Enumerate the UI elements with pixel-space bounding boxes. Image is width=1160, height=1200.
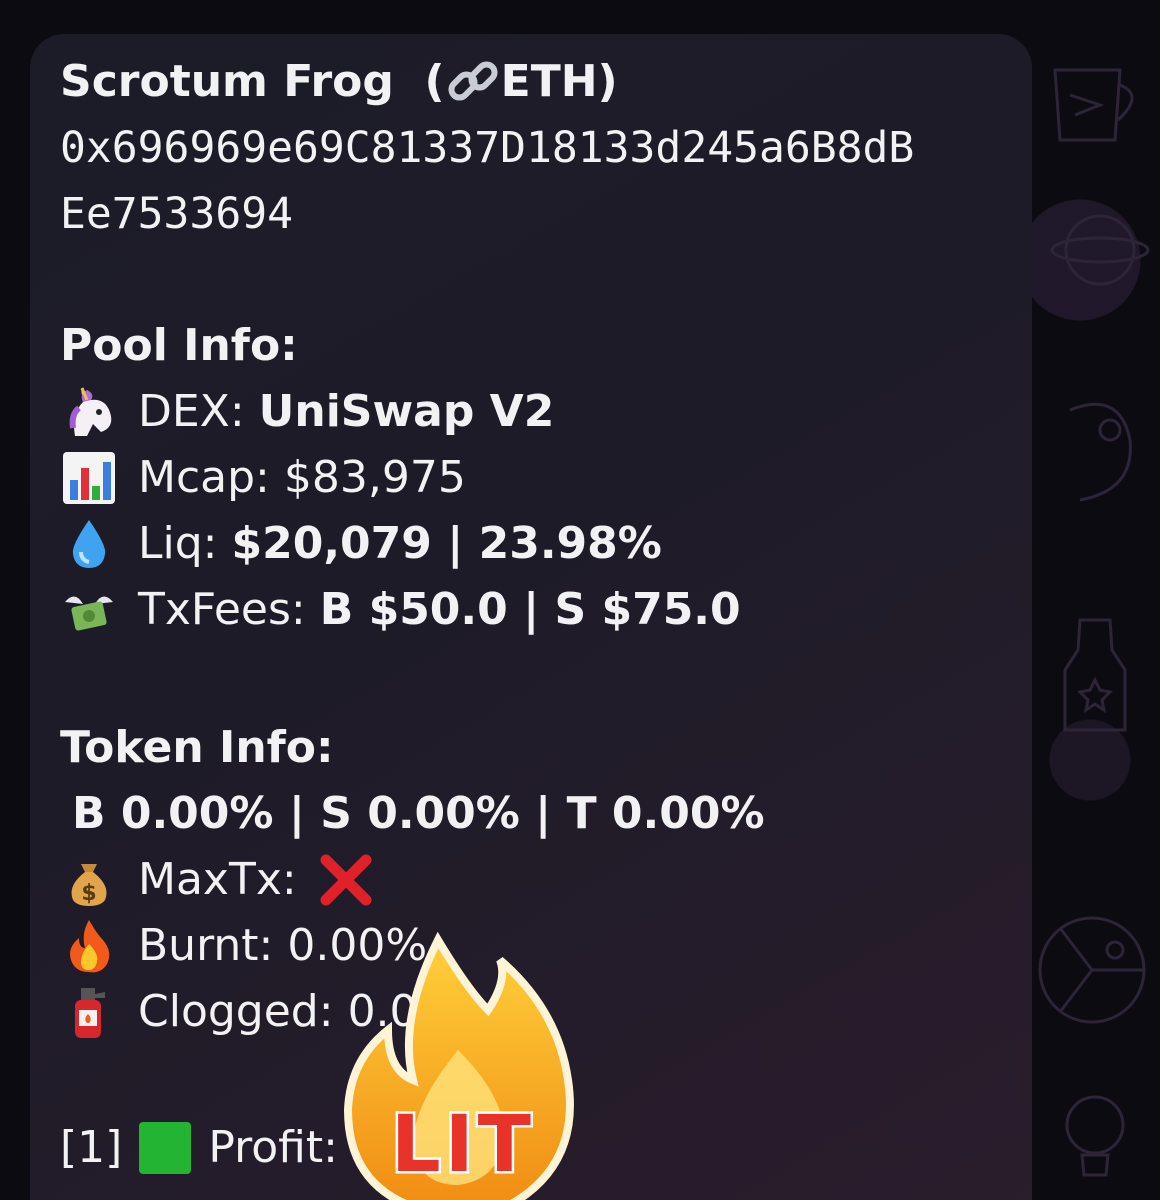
mcap-value: $83,975 bbox=[283, 452, 466, 503]
bulb-doodle bbox=[1065, 1095, 1125, 1177]
token-name: Scrotum Frog bbox=[60, 56, 394, 107]
dex-row: DEX: UniSwap V2 bbox=[60, 384, 554, 440]
mug-doodle bbox=[1053, 68, 1134, 142]
txfees-value: B $50.0 | S $75.0 bbox=[319, 584, 741, 635]
profit-index: [1] bbox=[60, 1122, 123, 1173]
dex-label: DEX: bbox=[138, 386, 245, 437]
txfees-label: TxFees: bbox=[138, 584, 306, 635]
token-info-heading: Token Info: bbox=[60, 722, 334, 773]
green-square-icon bbox=[136, 1120, 194, 1176]
unicorn-icon bbox=[60, 384, 118, 440]
liq-row: Liq: $20,079 | 23.98% bbox=[60, 516, 662, 572]
pizza-doodle bbox=[1038, 916, 1146, 1024]
profit-row: [1] Profit: bbox=[60, 1120, 338, 1176]
burnt-label: Burnt: bbox=[138, 920, 274, 971]
swirl-doodle bbox=[1069, 402, 1132, 502]
pool-info-heading: Pool Info: bbox=[60, 320, 298, 371]
taxes-row: B 0.00% | S 0.00% | T 0.00% bbox=[72, 788, 765, 839]
fire-extinguisher-icon bbox=[60, 984, 118, 1040]
money-wings-icon bbox=[60, 582, 118, 638]
fire-icon bbox=[60, 918, 118, 974]
bar-chart-icon bbox=[60, 450, 118, 506]
money-bag-icon: $ bbox=[60, 852, 118, 908]
dex-value: UniSwap V2 bbox=[258, 386, 555, 437]
svg-text:$: $ bbox=[81, 881, 96, 906]
contract-address-line2[interactable]: Ee7533694 bbox=[60, 186, 293, 242]
cross-mark-icon bbox=[317, 852, 375, 908]
droplet-icon bbox=[60, 516, 118, 572]
contract-address-line1[interactable]: 0x696969e69C81337D18133d245a6B8dB bbox=[60, 120, 914, 176]
liq-value: $20,079 | 23.98% bbox=[231, 518, 662, 569]
planet-doodle bbox=[1050, 214, 1150, 286]
token-title: Scrotum Frog (ETH) bbox=[60, 54, 618, 110]
bottle-doodle bbox=[1063, 618, 1127, 732]
maxtx-row: $ MaxTx: bbox=[60, 852, 395, 908]
maxtx-label: MaxTx: bbox=[138, 854, 297, 905]
chain-name: ETH bbox=[500, 56, 598, 107]
sticker-text: LIT bbox=[389, 1098, 535, 1193]
mcap-label: Mcap: bbox=[138, 452, 270, 503]
txfees-row: TxFees: B $50.0 | S $75.0 bbox=[60, 582, 741, 638]
clogged-label: Clogged: bbox=[138, 986, 334, 1037]
lit-sticker[interactable]: LIT bbox=[318, 930, 598, 1200]
mcap-row: Mcap: $83,975 bbox=[60, 450, 466, 506]
link-icon bbox=[445, 54, 498, 110]
liq-label: Liq: bbox=[138, 518, 218, 569]
